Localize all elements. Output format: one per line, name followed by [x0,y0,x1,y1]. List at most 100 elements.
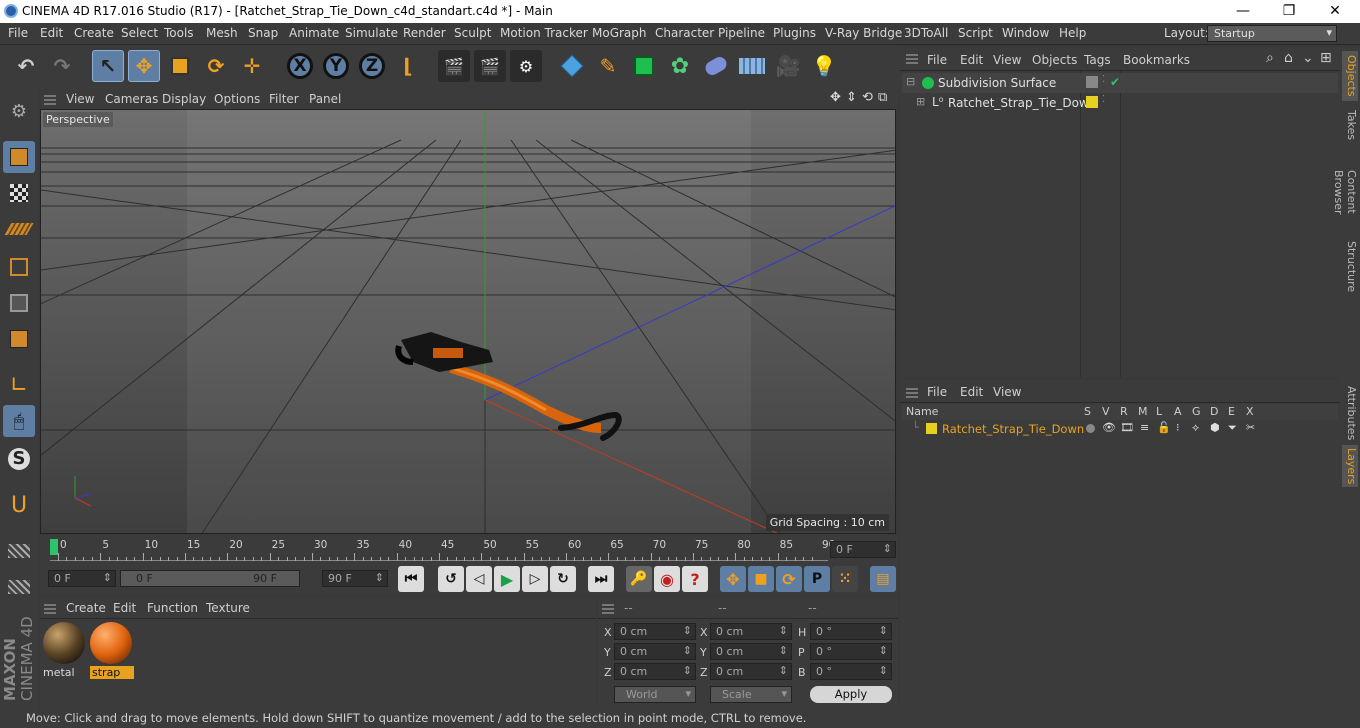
animation-toggle-icon[interactable]: ⁝ [1176,421,1180,434]
scale-tool-icon[interactable] [164,50,196,82]
viewport-menu-cameras[interactable]: Cameras [105,92,158,106]
home-icon[interactable]: ⌂ [1284,50,1293,66]
menu-character[interactable]: Character [655,26,714,40]
menu-snap[interactable]: Snap [248,26,278,40]
record-icon[interactable]: ◉ [654,566,680,592]
layout-select[interactable]: Startup ▾ [1207,25,1337,42]
grid-lock-icon[interactable] [3,571,35,603]
menu-help[interactable]: Help [1059,26,1086,40]
menu-simulate[interactable]: Simulate [345,26,398,40]
enabled-check-icon[interactable]: ✔ [1110,75,1120,89]
tweak-mode-icon[interactable]: 🖱 [3,405,35,437]
viewport-rotate-icon[interactable]: ⟲ [862,90,873,105]
goto-end-icon[interactable]: ⏭ [588,566,614,592]
light-icon[interactable]: 💡 [808,50,840,82]
viewport-toggle-icon[interactable]: ⧉ [878,90,887,105]
key-scale-icon[interactable]: ■ [748,566,774,592]
visibility-dots-icon[interactable]: ⁚ [1102,74,1105,85]
move-tool-icon[interactable]: ✥ [128,50,160,82]
menu-edit[interactable]: Edit [40,26,63,40]
tree-row-subdivision[interactable]: ⊟ Subdivision Surface ⁚ ✔ [902,73,1338,93]
timeline-ruler[interactable]: 0 5 10 15 20 25 30 35 40 45 50 55 60 65 70 75 80 85 90 0 F… [40,535,898,565]
viewport-zoom-icon[interactable]: ⇕ [846,90,857,105]
objects-menu-view[interactable]: View [993,53,1021,67]
size-x-field[interactable]: 0 cm ⇕ [710,623,792,640]
layers-menu-file[interactable]: File [927,385,947,399]
live-selection-icon[interactable]: ↖ [92,50,124,82]
end-frame-field[interactable]: 90 F ⇕ [322,570,388,587]
viewport-menu-options[interactable]: Options [214,92,260,106]
frame-range-slider[interactable]: 0 F 90 F [120,570,300,587]
mograph-cloner-icon[interactable]: ✿ [664,50,696,82]
viewport-menu-panel[interactable]: Panel [309,92,341,106]
menu-tools[interactable]: Tools [164,26,194,40]
search-icon[interactable]: ⌕ [1266,50,1274,66]
viewport-menu-filter[interactable]: Filter [269,92,299,106]
expression-toggle-icon[interactable]: ⏷ [1228,421,1237,435]
camera-icon[interactable]: 🎥 [772,50,804,82]
transform-tool-icon[interactable]: ✛ [236,50,268,82]
minimize-button[interactable]: — [1220,2,1266,21]
keyframe-selection-icon[interactable]: 🔑 [626,566,652,592]
material-swatch-strap[interactable]: strap [90,622,134,679]
viewport-move-icon[interactable]: ✥ [830,90,841,105]
menu-file[interactable]: File [8,26,28,40]
tab-structure[interactable]: Structure [1342,241,1358,293]
workplane-lock-icon[interactable] [3,535,35,567]
size-y-field[interactable]: 0 cm ⇕ [710,643,792,660]
generator-toggle-icon[interactable]: ⟡ [1192,421,1199,435]
texture-mode-icon[interactable] [3,177,35,209]
subdivision-surface-icon[interactable] [628,50,660,82]
material-menu-texture[interactable]: Texture [206,601,250,615]
deformer-toggle-icon[interactable]: ⬢ [1210,421,1220,434]
pen-spline-icon[interactable]: ✎ [592,50,624,82]
menu-window[interactable]: Window [1002,26,1049,40]
layer-row[interactable]: └ Ratchet_Strap_Tie_Down 👁 🎞 ≡ 🔓 ⁝ ⟡ ⬢ ⏷… [902,421,1338,437]
perspective-viewport[interactable]: Perspective Grid Spacing : 10 cm [40,109,896,534]
layers-menu-edit[interactable]: Edit [960,385,983,399]
menu-create[interactable]: Create [74,26,114,40]
render-picture-viewer-icon[interactable]: 🎬 [474,50,506,82]
close-button[interactable]: ✕ [1312,2,1358,21]
menu-animate[interactable]: Animate [289,26,339,40]
layers-menu-view[interactable]: View [993,385,1021,399]
menu-pipeline[interactable]: Pipeline [718,26,765,40]
start-frame-field[interactable]: 0 F ⇕ [48,570,116,587]
objects-menu-tags[interactable]: Tags [1084,53,1111,67]
tab-takes[interactable]: Takes [1342,105,1358,145]
coordinate-system-icon[interactable]: ⌊ [392,50,424,82]
layer-color-swatch[interactable] [926,423,937,434]
expand-icon[interactable]: ⊞ [916,95,925,108]
redo-icon[interactable]: ↷ [46,50,78,82]
goto-start-icon[interactable]: ⏮ [398,566,424,592]
viewport-menu-display[interactable]: Display [162,92,206,106]
play-icon[interactable]: ▶ [494,566,520,592]
deformer-icon[interactable] [700,50,732,82]
timeline-window-icon[interactable]: ▤ [870,566,896,592]
key-rotation-icon[interactable]: ⟳ [776,566,802,592]
playhead[interactable] [50,539,58,555]
material-menu-function[interactable]: Function [147,601,198,615]
navigate-up-icon[interactable]: ⌄ [1302,50,1314,66]
workplane-mode-icon[interactable] [3,213,35,245]
objects-menu-file[interactable]: File [927,53,947,67]
material-menu-create[interactable]: Create [66,601,106,615]
tab-content-browser[interactable]: Content Browser [1332,147,1358,237]
material-swatch-metal[interactable]: metal [43,622,85,679]
tab-layers[interactable]: Layers [1342,445,1358,487]
render-view-icon[interactable]: 🎬 [438,50,470,82]
layer-color-swatch[interactable] [1086,96,1098,108]
menu-script[interactable]: Script [958,26,993,40]
material-menu-edit[interactable]: Edit [113,601,136,615]
coord-mode-select[interactable]: Scale ▾ [710,686,792,703]
new-window-icon[interactable]: ⊞ [1320,50,1332,66]
z-axis-button[interactable]: Z [356,50,388,82]
menu-sculpt[interactable]: Sculpt [454,26,491,40]
key-position-icon[interactable]: ✥ [720,566,746,592]
floor-icon[interactable] [736,50,768,82]
key-parameter-icon[interactable]: P [804,566,830,592]
next-key-icon[interactable]: ↻ [550,566,576,592]
solo-toggle-icon[interactable] [1086,424,1095,433]
menu-select[interactable]: Select [121,26,158,40]
position-x-field[interactable]: 0 cm ⇕ [614,623,696,640]
